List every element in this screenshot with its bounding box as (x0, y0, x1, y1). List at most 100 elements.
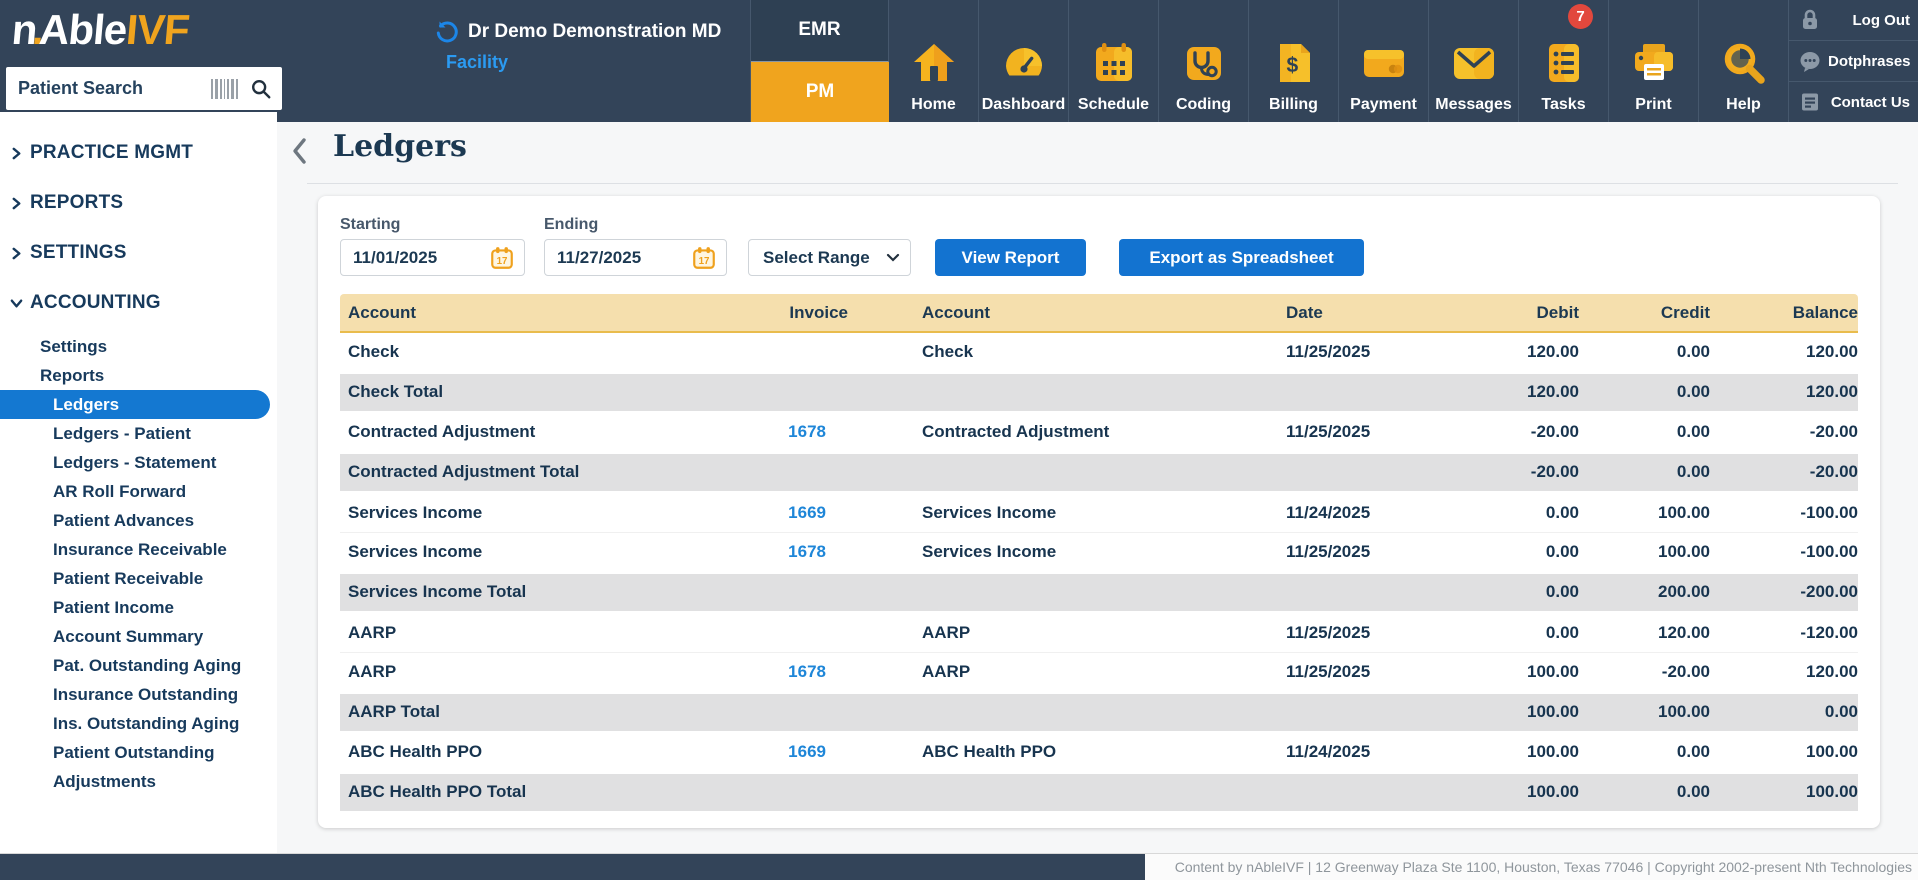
sidebar-item-patient-advances[interactable]: Patient Advances (0, 506, 277, 535)
sidebar-item-patient-receivable[interactable]: Patient Receivable (0, 564, 277, 593)
cell-invoice (770, 372, 848, 412)
sidebar-item-account-summary[interactable]: Account Summary (0, 622, 277, 651)
quick-links: Log OutDotphrasesContact Us (1788, 0, 1918, 122)
sidebar-item-ledgers[interactable]: Ledgers (0, 390, 270, 419)
messages-icon (1450, 30, 1498, 96)
sidebar-collapse-button[interactable] (285, 134, 313, 168)
cell-invoice: 1678 (770, 412, 848, 452)
sidebar-item-ledgers-patient[interactable]: Ledgers - Patient (0, 419, 277, 448)
sidebar-item-adjustments[interactable]: Adjustments (0, 767, 277, 796)
nav-label: Schedule (1078, 96, 1149, 114)
ending-label: Ending (544, 216, 727, 234)
cell-debit: 0.00 (1460, 532, 1579, 572)
nav-home[interactable]: Home (889, 0, 978, 122)
sidebar-item-ins-outstanding-aging[interactable]: Ins. Outstanding Aging (0, 709, 277, 738)
sidebar-item-pat-outstanding-aging[interactable]: Pat. Outstanding Aging (0, 651, 277, 680)
cell-debit: 100.00 (1460, 692, 1579, 732)
footer-status-bar (0, 854, 1145, 880)
cell-credit: 120.00 (1579, 612, 1710, 652)
app-logo[interactable]: n.AbleIVF (10, 6, 191, 54)
cell-debit: 120.00 (1460, 332, 1579, 372)
quick-link-dotphrases[interactable]: Dotphrases (1789, 41, 1918, 82)
title-divider (307, 183, 1898, 184)
nav-billing[interactable]: $Billing (1248, 0, 1338, 122)
print-icon (1630, 30, 1678, 96)
invoice-link[interactable]: 1678 (788, 422, 826, 441)
cell-balance: 0.00 (1710, 692, 1858, 732)
cell-balance: 100.00 (1710, 732, 1858, 772)
invoice-link[interactable]: 1678 (788, 542, 826, 561)
nav-print[interactable]: Print (1608, 0, 1698, 122)
tab-emr[interactable]: EMR (751, 0, 889, 62)
nav-payment[interactable]: Payment (1338, 0, 1428, 122)
cell-account2: ABC Health PPO (848, 732, 1280, 772)
starting-date-input[interactable] (353, 248, 463, 268)
patient-search-input[interactable] (18, 78, 211, 99)
nav-messages[interactable]: Messages (1428, 0, 1518, 122)
facility-link[interactable]: Facility (446, 52, 721, 73)
sidebar-item-insurance-receivable[interactable]: Insurance Receivable (0, 535, 277, 564)
export-spreadsheet-button[interactable]: Export as Spreadsheet (1119, 239, 1364, 276)
cell-account2: Services Income (848, 532, 1280, 572)
sidebar-section-practice-mgmt[interactable]: PRACTICE MGMT (0, 128, 277, 178)
nav-schedule[interactable]: Schedule (1068, 0, 1158, 122)
cell-debit: -20.00 (1460, 412, 1579, 452)
sidebar-section-reports[interactable]: REPORTS (0, 178, 277, 228)
invoice-link[interactable]: 1669 (788, 503, 826, 522)
sidebar-section-settings[interactable]: SETTINGS (0, 228, 277, 278)
barcode-icon[interactable] (211, 79, 238, 99)
sidebar-item-ledgers-statement[interactable]: Ledgers - Statement (0, 448, 277, 477)
nav-label: Dashboard (982, 96, 1066, 114)
sidebar-item-reports[interactable]: Reports (0, 361, 277, 390)
svg-text:$: $ (1286, 54, 1298, 77)
cell-date: 11/25/2025 (1280, 332, 1460, 372)
select-range-dropdown[interactable]: Select Range (748, 239, 911, 276)
cell-balance: -200.00 (1710, 572, 1858, 612)
cell-account: Contracted Adjustment (340, 412, 770, 452)
sidebar-item-ar-roll-forward[interactable]: AR Roll Forward (0, 477, 277, 506)
cell-date: 11/25/2025 (1280, 612, 1460, 652)
footer: Content by nAbleIVF | 12 Greenway Plaza … (0, 853, 1918, 880)
view-report-button[interactable]: View Report (935, 239, 1086, 276)
help-icon (1720, 30, 1768, 96)
cell-account: Services Income (340, 492, 770, 532)
sidebar-section-label: PRACTICE MGMT (30, 142, 193, 164)
sidebar-item-patient-income[interactable]: Patient Income (0, 593, 277, 622)
main-content: Ledgers Starting 17 Ending 17 (277, 122, 1918, 853)
cell-date: 11/25/2025 (1280, 532, 1460, 572)
coding-icon (1180, 30, 1228, 96)
cell-invoice (770, 772, 848, 812)
quick-link-logout[interactable]: Log Out (1789, 0, 1918, 41)
tab-pm[interactable]: PM (751, 62, 889, 123)
column-header-debit: Debit (1460, 294, 1579, 332)
nav-help[interactable]: Help (1698, 0, 1788, 122)
svg-text:17: 17 (497, 255, 508, 266)
ending-date-input[interactable] (557, 248, 667, 268)
cell-account: Check (340, 332, 770, 372)
quick-link-contactus[interactable]: Contact Us (1789, 82, 1918, 122)
table-row: Services Income1678Services Income11/25/… (340, 532, 1858, 572)
total-row: ABC Health PPO Total100.000.00100.00 (340, 772, 1858, 812)
chevron-right-icon (0, 197, 30, 210)
nav-label: Home (911, 96, 955, 114)
sidebar-section-accounting[interactable]: ACCOUNTING (0, 278, 277, 328)
sidebar-item-settings[interactable]: Settings (0, 332, 277, 361)
chevron-right-icon (0, 147, 30, 160)
invoice-link[interactable]: 1669 (788, 742, 826, 761)
logo-part3: IVF (124, 6, 190, 53)
nav-dashboard[interactable]: Dashboard (978, 0, 1068, 122)
cell-date: 11/24/2025 (1280, 492, 1460, 532)
cell-debit: 100.00 (1460, 732, 1579, 772)
document-lines-icon (1798, 90, 1822, 114)
sidebar-item-insurance-outstanding[interactable]: Insurance Outstanding (0, 680, 277, 709)
nav-coding[interactable]: Coding (1158, 0, 1248, 122)
calendar-icon[interactable]: 17 (489, 245, 515, 271)
search-icon[interactable] (250, 78, 272, 100)
calendar-icon[interactable]: 17 (691, 245, 717, 271)
provider-block: Dr Demo Demonstration MD Facility (434, 20, 721, 73)
sidebar-item-patient-outstanding[interactable]: Patient Outstanding (0, 738, 277, 767)
nav-tasks[interactable]: 7Tasks (1518, 0, 1608, 122)
refresh-icon[interactable] (434, 20, 458, 44)
invoice-link[interactable]: 1678 (788, 662, 826, 681)
report-card: Starting 17 Ending 17 Select R (318, 196, 1880, 828)
